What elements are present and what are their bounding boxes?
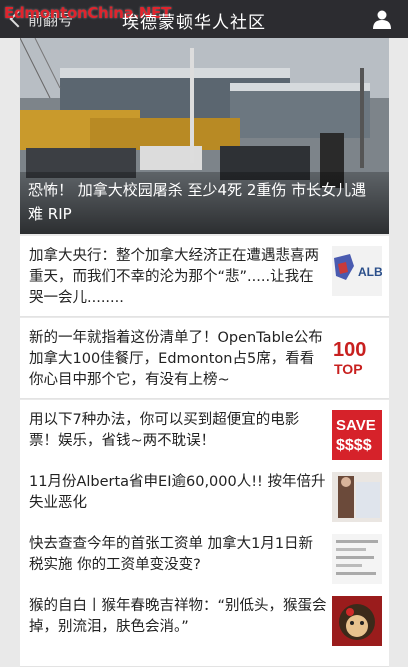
svg-text:TOP: TOP: [334, 361, 363, 377]
hero-article[interactable]: 恐怖！ 加拿大校园屠杀 至少4死 2重伤 市长女儿遇难 RIP: [20, 38, 389, 234]
article-item[interactable]: 新的一年就指着这份清单了！OpenTable公布加拿大100佳餐厅，Edmont…: [20, 318, 389, 399]
article-thumbnail: 100 TOP: [332, 328, 382, 378]
user-icon[interactable]: [372, 9, 392, 29]
article-thumbnail: [332, 472, 382, 522]
article-thumbnail: [332, 596, 382, 646]
svg-text:ALB: ALB: [358, 265, 382, 279]
article-thumbnail: ALB: [332, 246, 382, 296]
svg-text:SAVE: SAVE: [336, 417, 376, 434]
article-thumbnail: [332, 534, 382, 584]
article-title: 猴的自白丨猴年春晚吉祥物：“别低头，猴蛋会掉，别流泪，肤色会消。”: [29, 598, 327, 635]
article-item[interactable]: 猴的自白丨猴年春晚吉祥物：“别低头，猴蛋会掉，别流泪，肤色会消。”: [20, 586, 389, 667]
article-item[interactable]: 加拿大央行：整个加拿大经济正在遭遇悲喜两重天，而我们不幸的沦为那个“悲”....…: [20, 236, 389, 317]
article-title: 11月份Alberta省申EI逾60,000人!! 按年倍升 失业恶化: [29, 474, 326, 511]
top-bar: 前翻号 EdmontonChina.NET 埃德蒙顿华人社区: [0, 0, 408, 38]
article-title: 快去查查今年的首张工资单 加拿大1月1日新税实施 你的工资单变没变?: [29, 536, 314, 573]
hero-title: 恐怖！ 加拿大校园屠杀 至少4死 2重伤 市长女儿遇难 RIP: [28, 181, 367, 223]
article-title: 加拿大央行：整个加拿大经济正在遭遇悲喜两重天，而我们不幸的沦为那个“悲”....…: [29, 248, 319, 306]
article-thumbnail: SAVE $$$$: [332, 410, 382, 460]
svg-text:100: 100: [333, 339, 366, 361]
article-title: 新的一年就指着这份清单了！OpenTable公布加拿大100佳餐厅，Edmont…: [29, 330, 323, 388]
page-title: 埃德蒙顿华人社区: [122, 13, 266, 33]
svg-text:$$$$: $$$$: [336, 437, 372, 454]
article-title: 用以下7种办法，你可以买到超便宜的电影票！娱乐，省钱~两不耽误！: [29, 412, 300, 449]
hero-caption: 恐怖！ 加拿大校园屠杀 至少4死 2重伤 市长女儿遇难 RIP: [20, 172, 389, 234]
